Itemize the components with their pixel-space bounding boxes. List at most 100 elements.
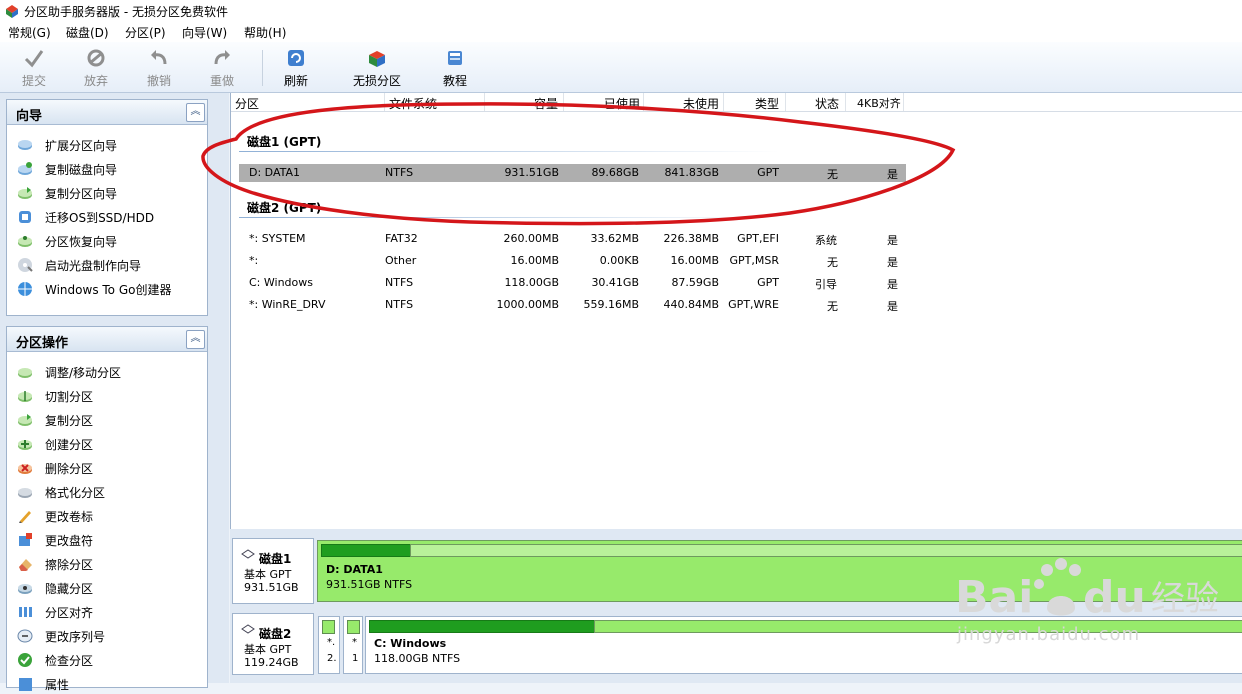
app-logo-icon	[6, 5, 18, 18]
copy-partition-icon	[18, 414, 32, 426]
wizard-copy-partition[interactable]: 复制分区向导	[17, 183, 203, 203]
collapse-chevron-icon[interactable]: ︽	[186, 103, 205, 122]
op-change-serial[interactable]: 更改序列号	[17, 626, 203, 646]
align-partition-icon	[19, 607, 32, 617]
op-create[interactable]: 创建分区	[17, 434, 203, 454]
partition-ops-header: 分区操作 ︽	[7, 327, 207, 352]
op-hide[interactable]: 隐藏分区	[17, 578, 203, 598]
redo-arrow-icon	[214, 50, 230, 65]
lossless-partition-button[interactable]: 无损分区	[348, 46, 406, 90]
op-resize-move[interactable]: 调整/移动分区	[17, 362, 203, 382]
sidebar: 向导 ︽ 扩展分区向导 复制磁盘向导 复制分区向导 迁移OS到SSD/HDD 分…	[0, 93, 229, 692]
toolbar-separator	[262, 50, 263, 86]
bootable-cd-icon	[18, 258, 33, 272]
partition-ops-title: 分区操作	[16, 336, 69, 351]
used-space-bar	[321, 544, 412, 557]
format-partition-icon	[18, 488, 32, 498]
used-space-bar	[322, 620, 335, 634]
disk2-divider	[239, 217, 779, 218]
disk1-divider	[239, 151, 779, 152]
op-change-label[interactable]: 更改卷标	[17, 506, 203, 526]
eraser-icon	[19, 559, 32, 571]
book-icon	[448, 51, 462, 65]
pencil-icon	[19, 511, 31, 523]
menu-general[interactable]: 常规(G)	[8, 24, 51, 41]
table-row[interactable]: *: Other 16.00MB 0.00KB 16.00MB GPT,MSR …	[239, 252, 906, 270]
refresh-icon	[288, 50, 304, 66]
used-space-bar	[369, 620, 596, 633]
col-unused[interactable]: 未使用	[683, 95, 719, 112]
hide-partition-icon	[18, 584, 32, 594]
table-row[interactable]: *: WinRE_DRV NTFS 1000.00MB 559.16MB 440…	[239, 296, 906, 314]
drive-letter-icon	[19, 533, 32, 546]
delete-partition-icon	[18, 464, 32, 474]
watermark-url: jingyan.baidu.com	[957, 624, 1141, 645]
migrate-os-icon	[19, 211, 31, 223]
col-status[interactable]: 状态	[815, 95, 839, 112]
wizard-partition-recovery[interactable]: 分区恢复向导	[17, 231, 203, 251]
serial-number-icon	[17, 629, 33, 643]
op-properties[interactable]: 属性	[17, 674, 203, 694]
partition-ops-panel: 分区操作 ︽ 调整/移动分区 切割分区 复制分区 创建分区 删除分区 格式化分区	[6, 326, 208, 692]
tutorial-button[interactable]: 教程	[427, 46, 483, 90]
disk2-card[interactable]: 磁盘2 基本 GPT 119.24GB	[232, 613, 314, 675]
op-format[interactable]: 格式化分区	[17, 482, 203, 502]
discard-button[interactable]: 放弃	[68, 46, 124, 90]
op-split[interactable]: 切割分区	[17, 386, 203, 406]
disk1-card[interactable]: 磁盘1 基本 GPT 931.51GB	[232, 538, 314, 604]
op-delete[interactable]: 删除分区	[17, 458, 203, 478]
col-used[interactable]: 已使用	[604, 95, 640, 112]
properties-icon	[19, 678, 32, 691]
disk1-title: 磁盘1 (GPT)	[247, 135, 322, 149]
partition-block-data1[interactable]: D: DATA1 931.51GB NTFS	[317, 540, 1242, 602]
partition-recovery-icon	[18, 236, 32, 247]
wizard-extend-partition[interactable]: 扩展分区向导	[17, 135, 203, 155]
menu-disk[interactable]: 磁盘(D)	[66, 24, 109, 41]
wizard-panel: 向导 ︽ 扩展分区向导 复制磁盘向导 复制分区向导 迁移OS到SSD/HDD 分…	[6, 99, 208, 316]
col-4k-align[interactable]: 4KB对齐	[857, 95, 901, 111]
partition-copy-icon	[18, 187, 32, 199]
menu-wizard[interactable]: 向导(W)	[182, 24, 227, 41]
disk-icon	[241, 624, 255, 634]
wizard-windows-to-go[interactable]: Windows To Go创建器	[17, 279, 203, 299]
column-header: 分区 文件系统 容量 已使用 未使用 类型 状态 4KB对齐	[231, 93, 1242, 112]
wizard-bootable-cd[interactable]: 启动光盘制作向导	[17, 255, 203, 275]
table-row[interactable]: D: DATA1 NTFS 931.51GB 89.68GB 841.83GB …	[239, 164, 906, 182]
op-align[interactable]: 分区对齐	[17, 602, 203, 622]
disk-expand-icon	[18, 140, 32, 150]
submit-button[interactable]: 提交	[6, 46, 62, 90]
undo-button[interactable]: 撤销	[131, 46, 187, 90]
table-row[interactable]: C: Windows NTFS 118.00GB 30.41GB 87.59GB…	[239, 274, 906, 292]
disk-icon	[241, 549, 255, 559]
col-filesystem[interactable]: 文件系统	[389, 95, 437, 112]
windows-globe-icon	[18, 282, 32, 296]
cube-icon	[369, 51, 385, 67]
partition-block-system[interactable]: *. 2.	[318, 616, 340, 674]
op-check[interactable]: 检查分区	[17, 650, 203, 670]
refresh-button[interactable]: 刷新	[268, 46, 324, 90]
check-partition-icon	[18, 653, 32, 667]
redo-button[interactable]: 重做	[194, 46, 250, 90]
discard-icon	[87, 49, 105, 67]
op-copy[interactable]: 复制分区	[17, 410, 203, 430]
col-capacity[interactable]: 容量	[534, 95, 558, 112]
partition-block-msr[interactable]: * 1	[343, 616, 363, 674]
used-space-bar	[347, 620, 360, 634]
collapse-chevron-icon[interactable]: ︽	[186, 330, 205, 349]
wizard-migrate-os[interactable]: 迁移OS到SSD/HDD	[17, 207, 203, 227]
col-partition[interactable]: 分区	[235, 95, 259, 112]
disk-map: 磁盘1 基本 GPT 931.51GB D: DATA1 931.51GB NT…	[230, 534, 1242, 683]
op-change-drive-letter[interactable]: 更改盘符	[17, 530, 203, 550]
create-partition-icon	[18, 440, 32, 450]
menu-help[interactable]: 帮助(H)	[244, 24, 286, 41]
col-type[interactable]: 类型	[755, 95, 779, 112]
wizard-copy-disk[interactable]: 复制磁盘向导	[17, 159, 203, 179]
partition-list: 分区 文件系统 容量 已使用 未使用 类型 状态 4KB对齐 磁盘1 (GPT)…	[230, 93, 1242, 529]
window-title: 分区助手服务器版 - 无损分区免费软件	[24, 5, 228, 19]
menu-bar: 常规(G) 磁盘(D) 分区(P) 向导(W) 帮助(H)	[0, 22, 1242, 42]
op-wipe[interactable]: 擦除分区	[17, 554, 203, 574]
resize-partition-icon	[18, 368, 32, 378]
menu-partition[interactable]: 分区(P)	[125, 24, 166, 41]
table-row[interactable]: *: SYSTEM FAT32 260.00MB 33.62MB 226.38M…	[239, 230, 906, 248]
wizard-panel-title: 向导	[16, 109, 43, 124]
